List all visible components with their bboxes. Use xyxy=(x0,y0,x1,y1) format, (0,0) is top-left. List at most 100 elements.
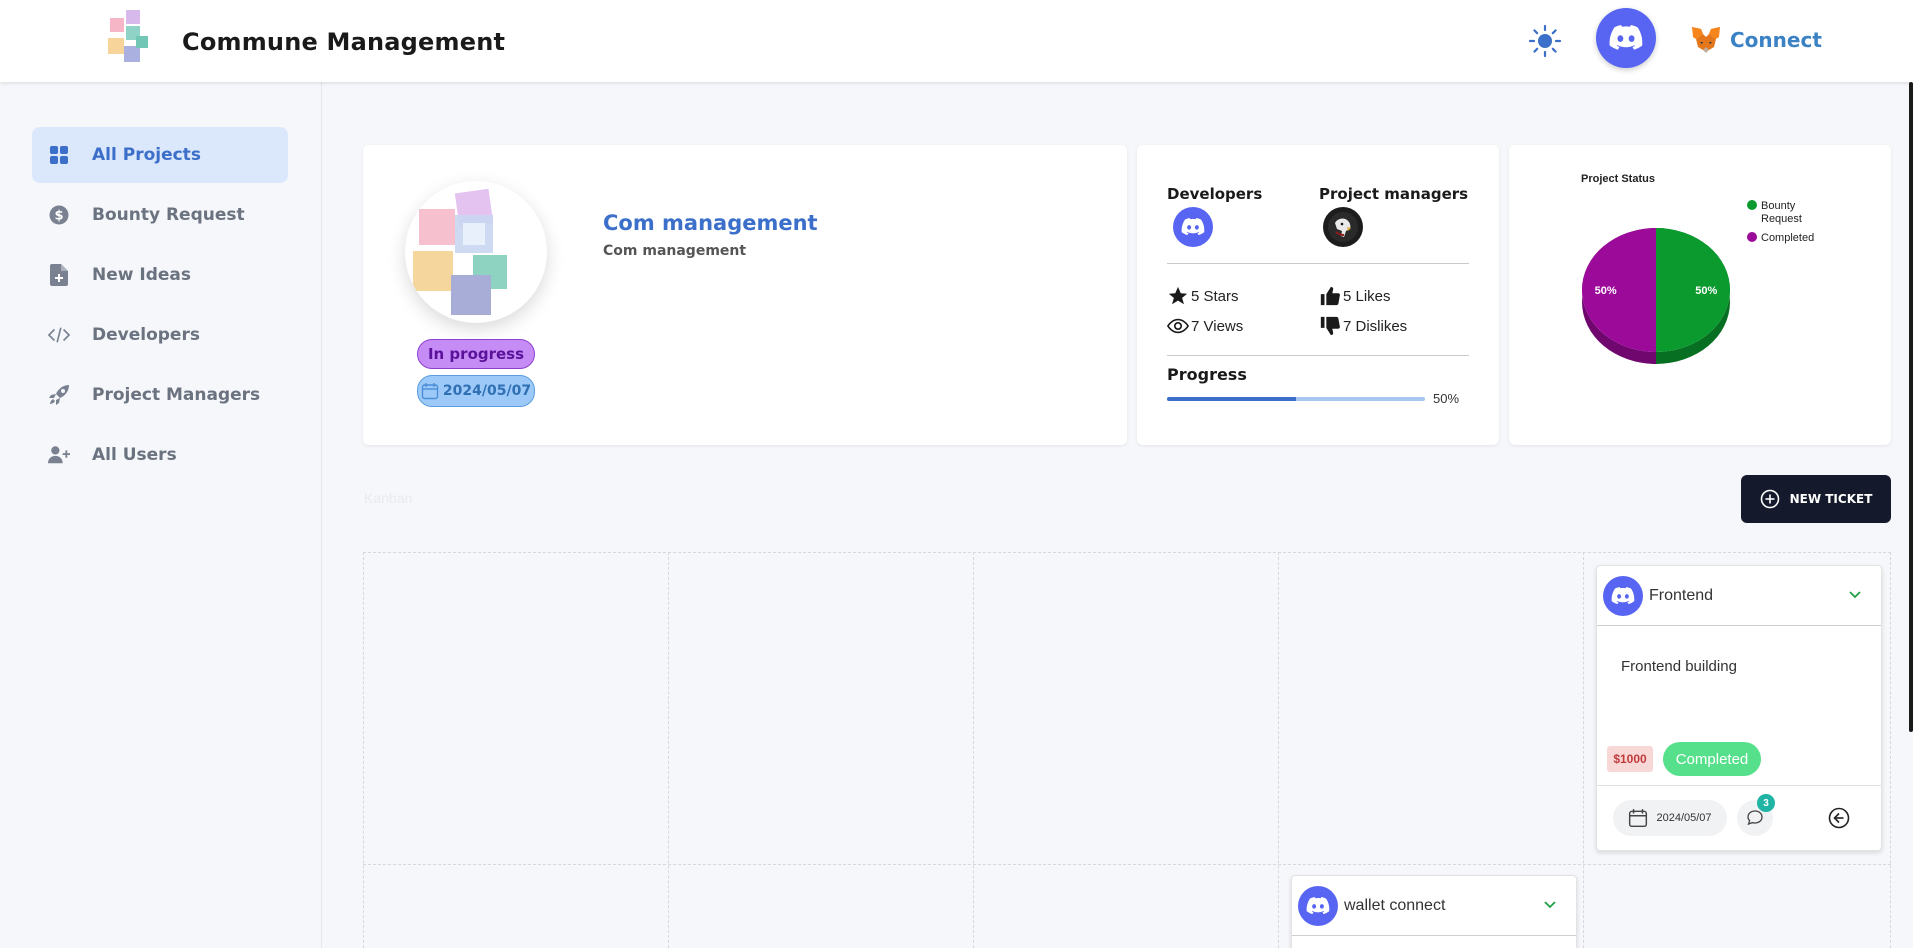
discord-button[interactable] xyxy=(1596,8,1656,68)
eagle-icon xyxy=(1328,212,1358,242)
project-status-pie-chart: 50% 50% Bounty Request Completed xyxy=(1582,200,1814,364)
status-badge: In progress xyxy=(417,339,535,369)
sidebar-item-label: All Users xyxy=(92,445,177,465)
connect-label: Connect xyxy=(1730,28,1822,52)
project-name[interactable]: Com management xyxy=(603,211,818,235)
likes-stat[interactable]: 5 Likes xyxy=(1319,285,1391,307)
progress-label: Progress xyxy=(1167,365,1247,384)
legend-marker xyxy=(1747,200,1757,210)
sidebar-item-bounty-request[interactable]: $ Bounty Request xyxy=(32,187,288,243)
ticket-avatar xyxy=(1603,575,1643,616)
legend-label: Completed xyxy=(1761,232,1814,244)
theme-toggle-button[interactable] xyxy=(1528,24,1562,58)
discord-icon xyxy=(1181,218,1205,236)
brand-logo[interactable] xyxy=(106,6,152,74)
board-grid-line xyxy=(363,552,1891,553)
manager-avatar[interactable] xyxy=(1323,207,1363,247)
progress-percent: 50% xyxy=(1433,391,1460,406)
pie-data-label: 50% xyxy=(1695,285,1717,297)
discord-icon xyxy=(1611,586,1635,604)
divider xyxy=(1167,263,1469,264)
dollar-icon: $ xyxy=(48,204,70,226)
progress-bar xyxy=(1167,397,1425,401)
star-icon xyxy=(1168,286,1188,305)
ticket-title: wallet connect xyxy=(1344,896,1446,914)
kanban-label: Kanban xyxy=(364,490,413,506)
sidebar-item-new-ideas[interactable]: New Ideas xyxy=(32,247,288,303)
kanban-board: Frontend Frontend building $1000 Complet… xyxy=(363,552,1891,948)
divider xyxy=(1597,785,1881,786)
sidebar-item-all-users[interactable]: All Users xyxy=(32,427,288,483)
developer-avatar[interactable] xyxy=(1173,207,1213,247)
ticket-header[interactable]: wallet connect xyxy=(1292,876,1576,936)
comment-icon xyxy=(1747,810,1763,826)
calendar-icon xyxy=(1629,809,1648,828)
calendar-icon xyxy=(421,383,439,400)
ticket-card[interactable]: Frontend Frontend building $1000 Complet… xyxy=(1596,565,1882,851)
sidebar-item-label: All Projects xyxy=(92,145,201,165)
board-grid-line xyxy=(363,864,1891,865)
chevron-down-icon xyxy=(1544,901,1556,909)
svg-text:$: $ xyxy=(54,209,63,224)
project-date: 2024/05/07 xyxy=(442,383,532,399)
board-grid-line xyxy=(363,552,364,948)
legend-label: Bounty Request xyxy=(1761,200,1802,225)
sidebar-item-label: Bounty Request xyxy=(92,205,245,225)
file-plus-icon xyxy=(48,264,70,286)
board-grid-line xyxy=(973,552,974,948)
stars-stat: 5 Stars xyxy=(1167,285,1239,307)
dislikes-stat[interactable]: 7 Dislikes xyxy=(1319,315,1407,337)
legend-marker xyxy=(1747,232,1757,242)
comment-count-badge: 3 xyxy=(1757,794,1775,812)
ticket-header[interactable]: Frontend xyxy=(1597,566,1881,626)
discord-icon xyxy=(1306,896,1330,914)
eye-icon xyxy=(1167,318,1189,334)
sidebar-item-all-projects[interactable]: All Projects xyxy=(32,127,288,183)
metamask-fox-icon xyxy=(1692,27,1720,53)
developers-heading: Developers xyxy=(1167,185,1263,203)
board-grid-line xyxy=(668,552,669,948)
pie-data-label: 50% xyxy=(1595,285,1617,297)
arrow-left-circle-icon xyxy=(1828,807,1850,829)
project-info-card: In progress 2024/05/07 Com management Co… xyxy=(363,145,1127,445)
progress-bar-fill xyxy=(1167,397,1296,401)
ticket-title: Frontend xyxy=(1649,586,1714,604)
ticket-avatar xyxy=(1298,885,1338,926)
sun-icon xyxy=(1528,24,1562,58)
plus-circle-icon xyxy=(1760,489,1779,509)
sidebar-item-label: New Ideas xyxy=(92,265,191,285)
ticket-status-badge: Completed xyxy=(1663,742,1761,776)
project-description: Com management xyxy=(603,243,747,259)
project-status-chart-card: Project Status 50% 50% Bounty Request Comple… xyxy=(1509,145,1891,445)
top-bar: Commune Management Connect xyxy=(0,0,1913,82)
thumbs-up-icon xyxy=(1320,286,1340,306)
move-back-button[interactable] xyxy=(1825,804,1853,832)
bounty-amount-badge: $1000 xyxy=(1607,746,1653,772)
sidebar-item-project-managers[interactable]: Project Managers xyxy=(32,367,288,423)
new-ticket-button[interactable]: NEW TICKET xyxy=(1741,475,1891,523)
board-grid-line xyxy=(1278,552,1279,948)
ticket-card[interactable]: wallet connect xyxy=(1291,875,1577,948)
board-grid-line xyxy=(1583,552,1584,948)
page-scrollbar[interactable] xyxy=(1909,82,1913,732)
code-icon xyxy=(48,324,70,346)
connect-wallet-button[interactable]: Connect xyxy=(1690,22,1822,58)
ticket-description: Frontend building xyxy=(1621,658,1737,675)
project-date-badge: 2024/05/07 xyxy=(417,375,535,407)
divider xyxy=(1167,355,1469,356)
rocket-icon xyxy=(48,384,70,406)
sidebar-item-developers[interactable]: Developers xyxy=(32,307,288,363)
app-title: Commune Management xyxy=(182,28,506,56)
user-plus-icon xyxy=(48,444,70,466)
thumbs-down-icon xyxy=(1320,316,1340,336)
sidebar: All Projects $ Bounty Request New Ideas … xyxy=(0,82,322,948)
grid-icon xyxy=(48,144,70,166)
chevron-down-icon xyxy=(1849,591,1861,599)
new-ticket-label: NEW TICKET xyxy=(1789,492,1873,506)
project-managers-heading: Project managers xyxy=(1319,185,1469,203)
project-avatar xyxy=(405,181,547,323)
board-grid-line xyxy=(1890,552,1891,948)
sidebar-item-label: Project Managers xyxy=(92,385,261,405)
project-stats-card: Developers Project managers 5 Stars 5 Li… xyxy=(1137,145,1499,445)
ticket-date: 2024/05/07 xyxy=(1613,800,1727,836)
